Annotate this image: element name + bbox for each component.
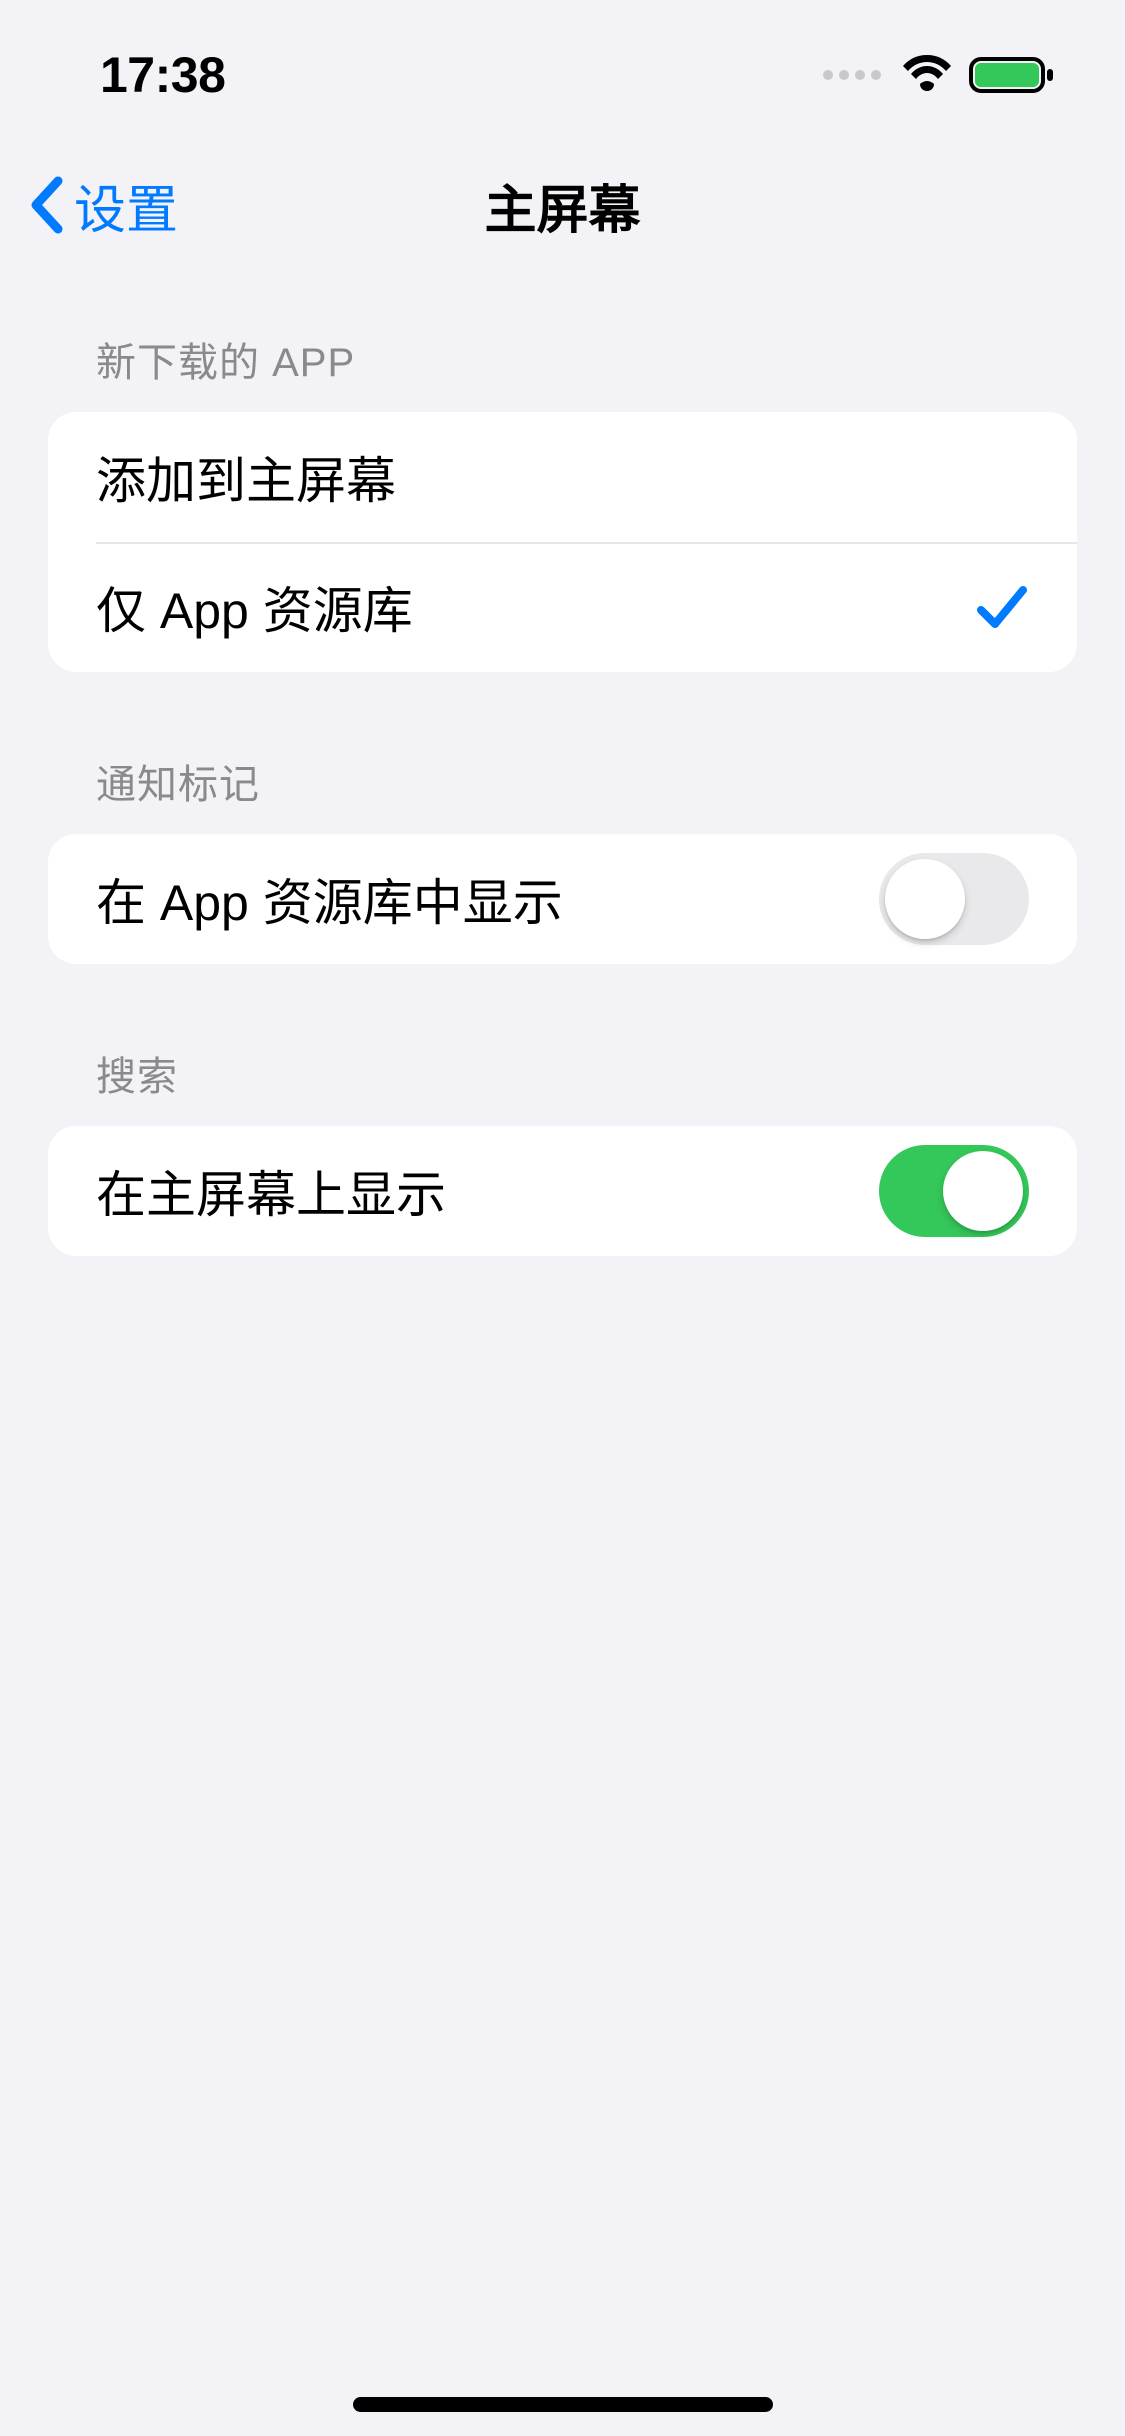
chevron-left-icon	[28, 175, 66, 235]
group-notification-badges: 在 App 资源库中显示	[48, 834, 1077, 964]
section-header: 搜索	[48, 1044, 1077, 1126]
section-header: 新下载的 APP	[48, 330, 1077, 412]
content: 新下载的 APP 添加到主屏幕 仅 App 资源库 通知标记 在 App 资源库…	[0, 330, 1125, 1256]
section-newly-downloaded: 新下载的 APP 添加到主屏幕 仅 App 资源库	[48, 330, 1077, 672]
battery-icon	[969, 55, 1055, 95]
checkmark-icon	[975, 580, 1029, 634]
group-newly-downloaded: 添加到主屏幕 仅 App 资源库	[48, 412, 1077, 672]
row-label: 在主屏幕上显示	[96, 1155, 446, 1227]
wifi-icon	[901, 55, 953, 95]
toggle-show-in-app-library[interactable]	[879, 853, 1029, 945]
option-add-to-home-screen[interactable]: 添加到主屏幕	[48, 412, 1077, 542]
toggle-show-on-home-screen[interactable]	[879, 1145, 1029, 1237]
status-time: 17:38	[100, 46, 225, 104]
back-label: 设置	[74, 168, 178, 243]
section-notification-badges: 通知标记 在 App 资源库中显示	[48, 752, 1077, 964]
toggle-knob	[885, 859, 965, 939]
option-app-library-only[interactable]: 仅 App 资源库	[48, 542, 1077, 672]
home-indicator[interactable]	[353, 2397, 773, 2412]
row-label: 添加到主屏幕	[96, 441, 396, 513]
row-show-on-home-screen: 在主屏幕上显示	[48, 1126, 1077, 1256]
section-header: 通知标记	[48, 752, 1077, 834]
row-label: 在 App 资源库中显示	[96, 863, 563, 935]
status-bar: 17:38	[0, 0, 1125, 140]
section-search: 搜索 在主屏幕上显示	[48, 1044, 1077, 1256]
nav-bar: 设置 主屏幕	[0, 140, 1125, 270]
row-show-in-app-library: 在 App 资源库中显示	[48, 834, 1077, 964]
toggle-knob	[943, 1151, 1023, 1231]
cellular-signal-icon	[823, 70, 881, 80]
status-indicators	[823, 55, 1055, 95]
back-button[interactable]: 设置	[0, 168, 178, 243]
group-search: 在主屏幕上显示	[48, 1126, 1077, 1256]
row-label: 仅 App 资源库	[96, 571, 413, 643]
